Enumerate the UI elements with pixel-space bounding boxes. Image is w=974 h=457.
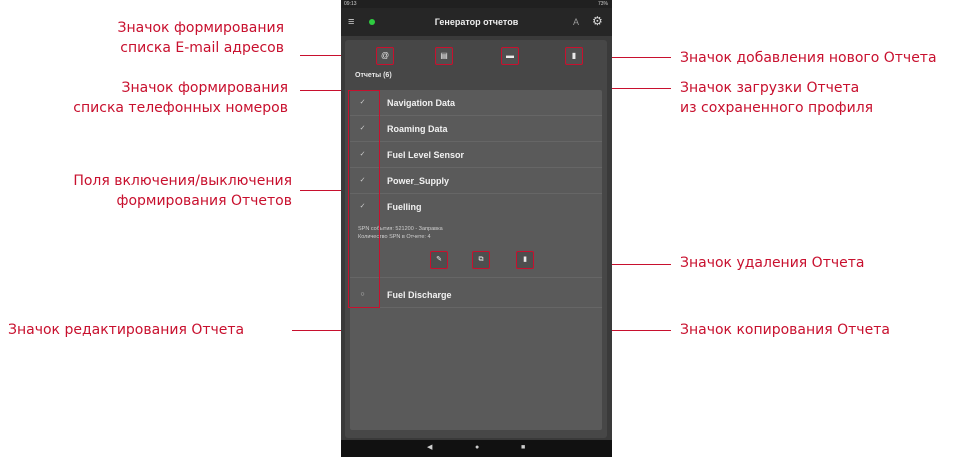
- app-title: Генератор отчетов: [434, 17, 519, 27]
- system-nav-bar: ◀ ● ■: [341, 440, 612, 457]
- status-battery: 73%: [597, 1, 608, 7]
- font-size-icon[interactable]: A: [573, 15, 579, 29]
- phone-screen: 09:13 73% ≡ Генератор отчетов A ⚙ @ ▤ ▬ …: [341, 0, 612, 457]
- edit-icon[interactable]: ✎: [430, 251, 448, 269]
- callout-edit: Значок редактирования Отчета: [8, 322, 245, 338]
- new-document-icon[interactable]: ▮: [565, 47, 583, 65]
- toggle-column-highlight: [348, 90, 380, 308]
- report-row[interactable]: ✓ Power_Supply: [350, 168, 602, 194]
- callout-toggles: Поля включения/выключения формирования О…: [73, 173, 292, 209]
- back-icon[interactable]: ◀: [427, 443, 432, 453]
- callout-copy: Значок копирования Отчета: [680, 322, 890, 338]
- report-row[interactable]: ✓ Navigation Data: [350, 90, 602, 116]
- callout-add: Значок добавления нового Отчета: [680, 50, 937, 66]
- status-time: 09:13: [344, 1, 357, 7]
- delete-icon[interactable]: ▮: [516, 251, 534, 269]
- callout-email-list: Значок формирования списка E-mail адресо…: [117, 20, 285, 56]
- report-row-expanded[interactable]: ✓ Fuelling SPN события: 521200 - Заправк…: [350, 194, 602, 278]
- reports-list: ✓ Navigation Data ✓ Roaming Data ✓ Fuel …: [350, 90, 602, 430]
- report-row[interactable]: ✓ Roaming Data: [350, 116, 602, 142]
- recents-icon[interactable]: ■: [521, 443, 525, 453]
- callout-phone-list: Значок формирования списка телефонных но…: [73, 80, 288, 116]
- app-bar: ≡ Генератор отчетов A ⚙: [341, 8, 612, 36]
- reports-panel: @ ▤ ▬ ▮ Отчеты (6) ✓ Navigation Data ✓ R…: [345, 40, 607, 438]
- report-name: Power_Supply: [387, 176, 450, 186]
- copy-icon[interactable]: ⧉: [472, 251, 490, 269]
- at-icon[interactable]: @: [376, 47, 394, 65]
- reports-count-label: Отчеты (6): [355, 72, 392, 79]
- report-name: Fuelling: [387, 202, 422, 212]
- report-name: Navigation Data: [387, 98, 456, 108]
- home-icon[interactable]: ●: [475, 443, 479, 453]
- contact-card-icon[interactable]: ▤: [435, 47, 453, 65]
- callout-delete: Значок удаления Отчета: [680, 255, 865, 271]
- report-name: Roaming Data: [387, 124, 448, 134]
- gear-icon[interactable]: ⚙: [592, 13, 603, 29]
- report-name: Fuel Level Sensor: [387, 150, 465, 160]
- report-name: Fuel Discharge: [387, 290, 452, 300]
- callout-load: Значок загрузки Отчета из сохраненного п…: [680, 80, 874, 116]
- folder-icon[interactable]: ▬: [501, 47, 519, 65]
- report-row[interactable]: ○ Fuel Discharge: [350, 282, 602, 308]
- status-bar: 09:13 73%: [341, 0, 612, 8]
- report-row[interactable]: ✓ Fuel Level Sensor: [350, 142, 602, 168]
